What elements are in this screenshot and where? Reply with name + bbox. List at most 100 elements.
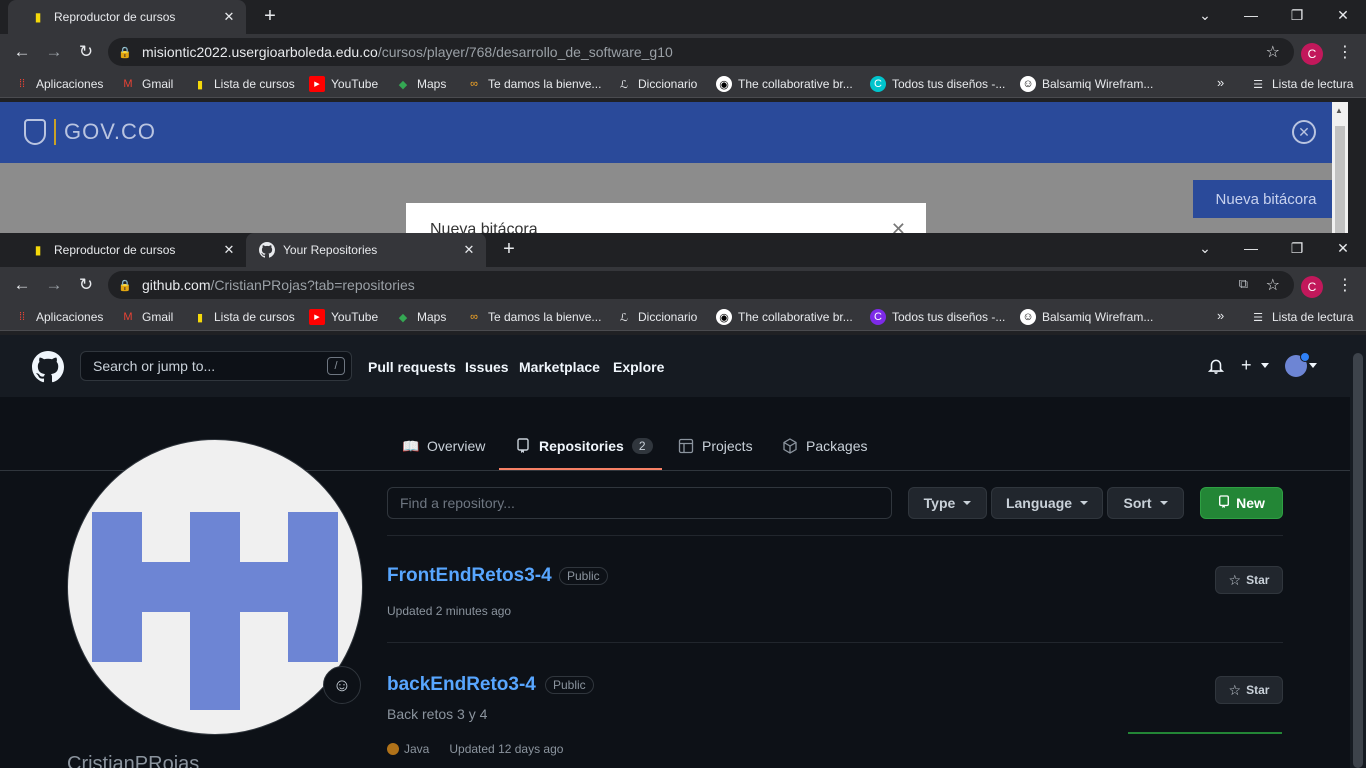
nav-issues[interactable]: Issues	[465, 359, 509, 375]
sort-filter-button[interactable]: Sort	[1107, 487, 1184, 519]
canva-icon: C	[870, 309, 886, 325]
bookmark-gmail[interactable]: M Gmail	[120, 75, 173, 93]
bookmarks-more-icon[interactable]: »	[1217, 75, 1224, 90]
avatar-caret-icon[interactable]	[1309, 363, 1317, 368]
bookmark-maps[interactable]: ◆ Maps	[395, 308, 447, 326]
bookmark-bienvenida[interactable]: ∞ Te damos la bienve...	[466, 308, 601, 326]
user-avatar-menu[interactable]	[1285, 352, 1310, 377]
bookmark-youtube[interactable]: ▶ YouTube	[309, 308, 378, 326]
bookmark-bienvenida[interactable]: ∞ Te damos la bienve...	[466, 75, 601, 93]
tab-strip: ▮ Reproductor de cursos ✕ Your Repositor…	[0, 233, 1366, 267]
tab-packages[interactable]: Packages	[782, 431, 867, 461]
github-search-input[interactable]: Search or jump to... /	[80, 351, 352, 381]
address-bar[interactable]: 🔒 github.com/CristianPRojas?tab=reposito…	[108, 271, 1294, 299]
language-filter-button[interactable]: Language	[991, 487, 1103, 519]
repo-updated: Updated 12 days ago	[449, 742, 564, 756]
repo-meta: Java Updated 12 days ago	[387, 742, 563, 756]
close-tab-icon[interactable]: ✕	[220, 9, 238, 25]
scrollbar-thumb[interactable]	[1335, 126, 1345, 233]
bookmark-canva[interactable]: C Todos tus diseños -...	[870, 308, 1005, 326]
search-shortcut-badge: /	[327, 357, 345, 375]
profile-avatar[interactable]: C	[1301, 43, 1323, 65]
reload-button[interactable]: ↻	[74, 274, 98, 296]
modal-close-icon[interactable]: ✕	[891, 219, 906, 233]
page-scrollbar[interactable]	[1350, 335, 1366, 768]
create-caret-icon[interactable]	[1261, 363, 1269, 368]
forward-button[interactable]: →	[42, 41, 66, 63]
tab-search-chevron-icon[interactable]: ⌄	[1182, 0, 1228, 30]
collab-icon: ◉	[716, 76, 732, 92]
nav-pull-requests[interactable]: Pull requests	[368, 359, 456, 375]
back-button[interactable]: ←	[10, 41, 34, 63]
minimize-button[interactable]: —	[1228, 233, 1274, 263]
profile-avatar[interactable]: C	[1301, 276, 1323, 298]
tab-overview[interactable]: 📖 Overview	[402, 431, 485, 461]
scroll-up-icon[interactable]: ▲	[1335, 106, 1343, 115]
restore-button[interactable]: ❐	[1274, 233, 1320, 263]
bookmark-diccionario[interactable]: ℒ Diccionario	[616, 75, 697, 93]
tab-repositories[interactable]: Repositories 2	[515, 431, 653, 461]
url-host: github.com	[142, 277, 211, 293]
new-tab-button[interactable]: +	[498, 239, 520, 261]
scrollbar-thumb[interactable]	[1353, 353, 1363, 768]
bookmark-balsamiq[interactable]: ☺ Balsamiq Wirefram...	[1020, 75, 1153, 93]
bookmark-collaborative[interactable]: ◉ The collaborative br...	[716, 75, 853, 93]
close-window-button[interactable]: ✕	[1320, 233, 1366, 263]
repo-link-frontendretos[interactable]: FrontEndRetos3-4	[387, 565, 552, 587]
close-tab-icon[interactable]: ✕	[460, 242, 478, 258]
profile-avatar-large[interactable]	[67, 439, 363, 735]
close-window-button[interactable]: ✕	[1320, 0, 1366, 30]
bookmark-lista-cursos[interactable]: ▮ Lista de cursos	[192, 75, 295, 93]
menu-kebab-icon[interactable]: ⋮	[1335, 42, 1355, 62]
nav-marketplace[interactable]: Marketplace	[519, 359, 600, 375]
nueva-bitacora-button[interactable]: Nueva bitácora	[1193, 180, 1339, 218]
bookmark-collaborative[interactable]: ◉ The collaborative br...	[716, 308, 853, 326]
bookmarks-more-icon[interactable]: »	[1217, 308, 1224, 323]
translate-icon[interactable]: ⧉	[1239, 276, 1248, 292]
tab-projects[interactable]: Projects	[678, 431, 753, 461]
tab-reproductor-cursos[interactable]: ▮ Reproductor de cursos ✕	[8, 233, 246, 267]
find-repository-input[interactable]: Find a repository...	[387, 487, 892, 519]
bookmark-balsamiq[interactable]: ☺ Balsamiq Wirefram...	[1020, 308, 1153, 326]
tab-title: Your Repositories	[283, 243, 378, 257]
url-path: /cursos/player/768/desarrollo_de_softwar…	[377, 44, 673, 60]
set-status-smiley-icon[interactable]: ☺	[323, 666, 361, 704]
notifications-bell-icon[interactable]	[1207, 357, 1225, 375]
tab-reproductor-cursos[interactable]: ▮ Reproductor de cursos ✕	[8, 0, 246, 34]
gov-banner-close-icon[interactable]: ✕	[1292, 120, 1316, 144]
address-bar[interactable]: 🔒 misiontic2022.usergioarboleda.edu.co/c…	[108, 38, 1294, 66]
repo-icon	[1218, 494, 1230, 512]
bookmark-canva[interactable]: C Todos tus diseños -...	[870, 75, 1005, 93]
type-filter-button[interactable]: Type	[908, 487, 987, 519]
menu-kebab-icon[interactable]: ⋮	[1335, 275, 1355, 295]
new-repository-button[interactable]: New	[1200, 487, 1283, 519]
reload-button[interactable]: ↻	[74, 41, 98, 63]
tab-your-repositories[interactable]: Your Repositories ✕	[246, 233, 486, 267]
repo-link-backendreto[interactable]: backEndReto3-4	[387, 674, 536, 696]
bookmark-diccionario[interactable]: ℒ Diccionario	[616, 308, 697, 326]
reading-list[interactable]: ☰ Lista de lectura	[1250, 308, 1353, 326]
tab-search-chevron-icon[interactable]: ⌄	[1182, 233, 1228, 263]
bookmark-lista-cursos[interactable]: ▮ Lista de cursos	[192, 308, 295, 326]
new-tab-button[interactable]: +	[259, 6, 281, 28]
bookmark-aplicaciones[interactable]: ⁞⁞ Aplicaciones	[14, 75, 103, 93]
nav-explore[interactable]: Explore	[613, 359, 664, 375]
star-button[interactable]: ☆ Star	[1215, 566, 1283, 594]
minimize-button[interactable]: —	[1228, 0, 1274, 30]
star-button[interactable]: ☆ Star	[1215, 676, 1283, 704]
gmail-icon: M	[123, 78, 133, 90]
page-scrollbar[interactable]: ▲	[1332, 102, 1348, 233]
bookmark-maps[interactable]: ◆ Maps	[395, 75, 447, 93]
forward-button[interactable]: →	[42, 274, 66, 296]
bookmark-gmail[interactable]: M Gmail	[120, 308, 173, 326]
bookmark-star-icon[interactable]: ☆	[1266, 42, 1280, 62]
bookmark-star-icon[interactable]: ☆	[1266, 275, 1280, 295]
bookmark-aplicaciones[interactable]: ⁞⁞ Aplicaciones	[14, 308, 103, 326]
create-new-plus-icon[interactable]: +	[1241, 355, 1252, 376]
back-button[interactable]: ←	[10, 274, 34, 296]
restore-button[interactable]: ❐	[1274, 0, 1320, 30]
reading-list[interactable]: ☰ Lista de lectura	[1250, 75, 1353, 93]
close-tab-icon[interactable]: ✕	[220, 242, 238, 258]
bookmark-youtube[interactable]: ▶ YouTube	[309, 75, 378, 93]
github-logo-icon[interactable]	[32, 351, 64, 383]
